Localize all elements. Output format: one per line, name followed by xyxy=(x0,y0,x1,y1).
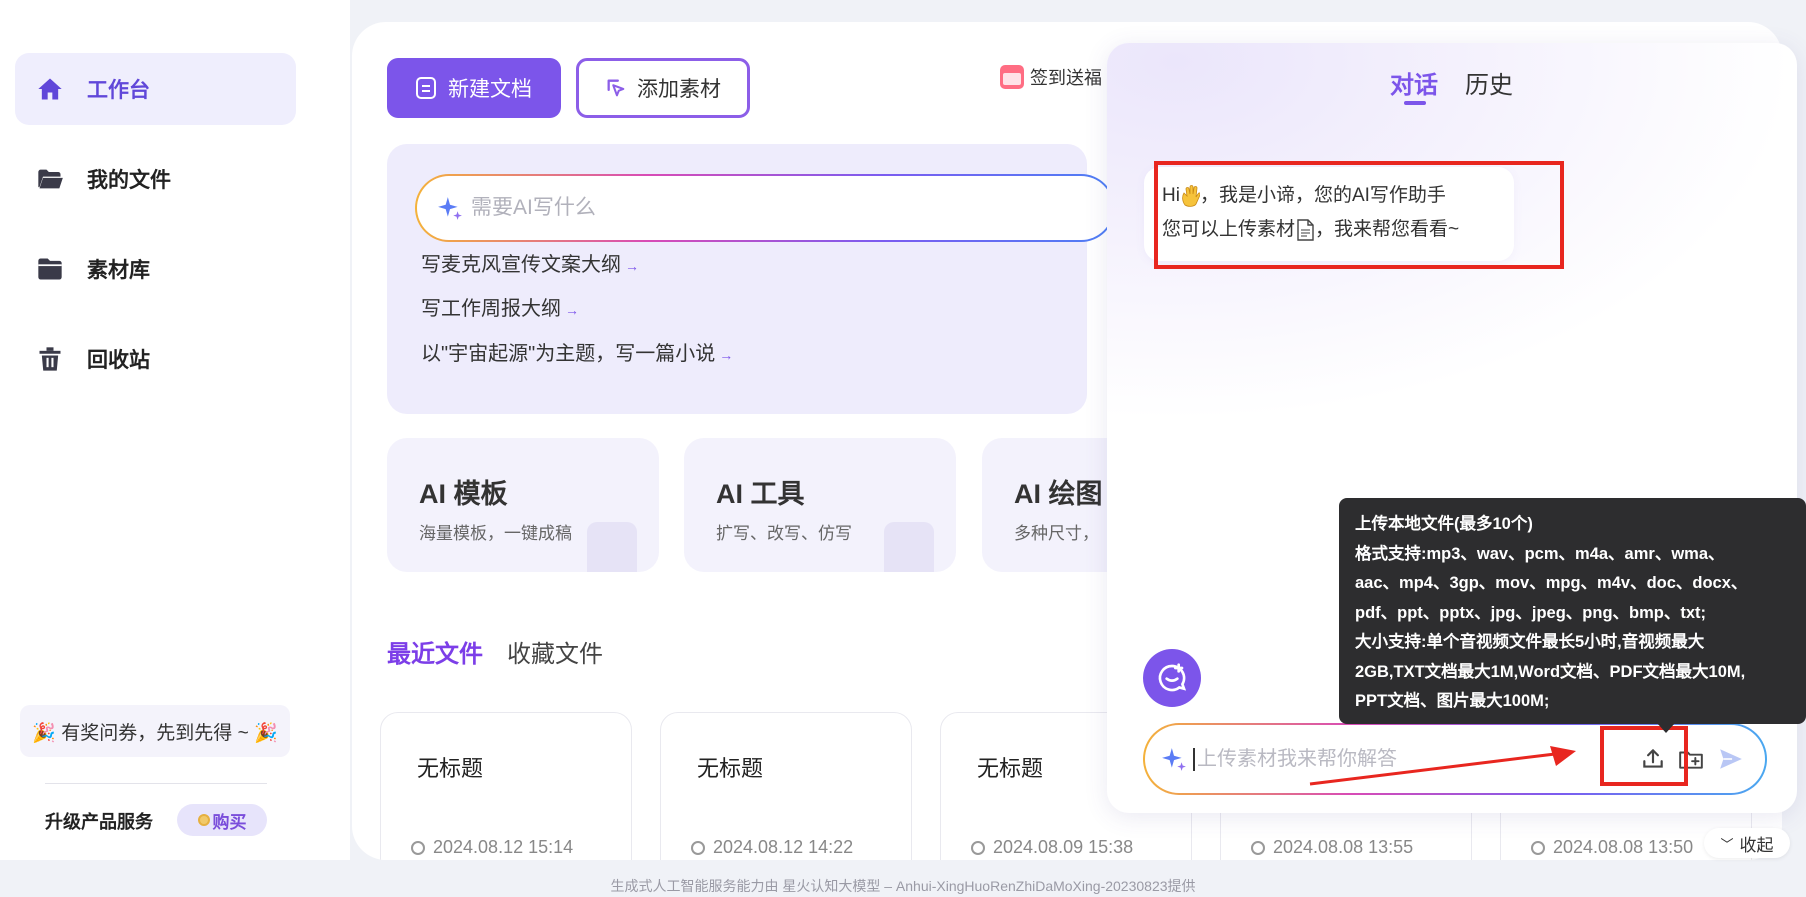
sidebar-item-label: 素材库 xyxy=(87,259,150,282)
checkin-label: 签到送福 xyxy=(1030,68,1102,88)
footer-disclaimer: 生成式人工智能服务能力由 星火认知大模型 – Anhui-XingHuoRenZ… xyxy=(610,878,1196,894)
card-title: AI 工具 xyxy=(716,479,805,509)
file-time: 2024.08.08 13:55 xyxy=(1251,837,1413,858)
arrow-right-icon: → xyxy=(565,302,579,318)
file-title: 无标题 xyxy=(417,756,484,781)
tooltip-line: 格式支持:mp3、wav、pcm、m4a、amr、wma、 xyxy=(1355,544,1725,563)
suggestion-item[interactable]: 以"宇宙起源"为主题，写一篇小说 → xyxy=(421,337,733,366)
file-title: 无标题 xyxy=(977,756,1044,781)
highlight-box xyxy=(1600,726,1688,786)
file-time-text: 2024.08.08 13:55 xyxy=(1273,837,1414,857)
chat-plus-icon xyxy=(1158,663,1187,692)
collapse-button[interactable]: ﹀ 收起 xyxy=(1704,828,1790,858)
tooltip-line: 大小支持:单个音视频文件最长5小时,音视频最大 xyxy=(1355,633,1705,651)
card-illustration xyxy=(587,522,637,572)
add-material-button[interactable]: 添加素材 xyxy=(576,58,750,118)
file-card[interactable]: 无标题 2024.08.12 14:22 xyxy=(660,712,912,860)
tooltip-line: 上传本地文件(最多10个) xyxy=(1355,515,1533,533)
sidebar-item-label: 我的文件 xyxy=(87,169,171,192)
send-button[interactable] xyxy=(1717,745,1745,773)
card-ai-tools[interactable]: AI 工具 扩写、改写、仿写 xyxy=(684,438,956,572)
arrow-right-icon: → xyxy=(719,347,734,363)
arrow-right-icon: → xyxy=(625,258,639,274)
buy-button[interactable]: 购买 xyxy=(177,804,267,836)
clock-icon xyxy=(1531,840,1545,855)
file-card[interactable]: 无标题 2024.08.12 15:14 xyxy=(380,712,632,860)
new-chat-button[interactable] xyxy=(1143,649,1201,707)
suggestion-text: 写工作周报大纲 xyxy=(421,298,561,320)
buy-label: 购买 xyxy=(212,812,247,832)
tooltip-line: pdf、ppt、pptx、jpg、jpeg、png、bmp、txt; xyxy=(1355,603,1707,622)
ai-prompt-input[interactable] xyxy=(471,196,991,220)
sidebar-item-label: 回收站 xyxy=(87,349,150,372)
upload-tooltip: 上传本地文件(最多10个) 格式支持:mp3、wav、pcm、m4a、amr、w… xyxy=(1339,498,1806,733)
send-icon xyxy=(1720,749,1742,769)
file-time: 2024.08.12 15:14 xyxy=(411,837,573,858)
trash-icon xyxy=(35,344,65,374)
card-title: AI 模板 xyxy=(419,479,508,509)
divider xyxy=(45,783,267,784)
sparkle-icon xyxy=(1162,748,1186,771)
tooltip-line: aac、mp4、3gp、mov、mpg、m4v、doc、docx、 xyxy=(1355,574,1748,592)
collapse-label: 收起 xyxy=(1739,835,1774,855)
tab-recent-files[interactable]: 最近文件 xyxy=(387,634,483,669)
clock-icon xyxy=(691,840,705,855)
suggestion-text: 以"宇宙起源"为主题，写一篇小说 xyxy=(421,343,716,365)
tooltip-line: PPT文档、图片最大100M; xyxy=(1355,692,1550,710)
ai-writing-panel: 写麦克风宣传文案大纲→ 写工作周报大纲→ 以"宇宙起源"为主题，写一篇小说→ xyxy=(387,144,1113,414)
annotation-arrow xyxy=(1309,746,1576,786)
file-time-text: 2024.08.12 14:22 xyxy=(713,837,854,857)
file-time-text: 2024.08.12 15:14 xyxy=(433,837,574,857)
folder-open-icon xyxy=(35,164,65,194)
ai-prompt-box[interactable] xyxy=(415,174,1115,242)
calendar-icon xyxy=(1000,65,1024,89)
home-icon xyxy=(35,74,65,104)
clock-icon xyxy=(1251,840,1265,855)
chevron-down-icon: ﹀ xyxy=(1720,836,1734,852)
tab-history[interactable]: 历史 xyxy=(1465,65,1513,100)
upgrade-label: 升级产品服务 xyxy=(45,812,153,832)
document-icon xyxy=(416,77,436,99)
folder-icon xyxy=(35,254,65,284)
file-time: 2024.08.12 14:22 xyxy=(691,837,853,858)
sidebar-item-materials[interactable]: 素材库 xyxy=(15,233,296,305)
survey-banner[interactable]: 🎉 有奖问券，先到先得 ~ 🎉 xyxy=(20,705,290,757)
coin-icon xyxy=(197,814,210,826)
file-time-text: 2024.08.09 15:38 xyxy=(993,837,1134,857)
card-illustration xyxy=(884,522,934,572)
sidebar-item-label: 工作台 xyxy=(87,79,150,102)
sidebar-item-my-files[interactable]: 我的文件 xyxy=(15,143,296,215)
tooltip-line: 2GB,TXT文档最大1M,Word文档、PDF文档最大10M, xyxy=(1355,662,1746,681)
tab-chat[interactable]: 对话 xyxy=(1390,65,1438,105)
tab-favorite-files[interactable]: 收藏文件 xyxy=(507,634,603,669)
sidebar: 工作台 我的文件 素材库 回收站 🎉 有奖问券，先到先得 ~ 🎉 升级产品服务 … xyxy=(0,0,350,860)
sidebar-item-workbench[interactable]: 工作台 xyxy=(15,53,296,125)
highlight-box xyxy=(1154,161,1564,269)
card-ai-templates[interactable]: AI 模板 海量模板，一键成稿 xyxy=(387,438,659,572)
clock-icon xyxy=(411,840,425,855)
suggestion-item[interactable]: 写工作周报大纲 → xyxy=(421,292,579,321)
new-document-label: 新建文档 xyxy=(448,78,532,101)
new-document-button[interactable]: 新建文档 xyxy=(387,58,561,118)
suggestion-item[interactable]: 写麦克风宣传文案大纲 → xyxy=(421,248,639,277)
sidebar-item-recycle-bin[interactable]: 回收站 xyxy=(15,323,296,395)
add-material-label: 添加素材 xyxy=(637,78,721,101)
file-time-text: 2024.08.08 13:50 xyxy=(1553,837,1694,857)
checkin-link[interactable]: 签到送福 xyxy=(1000,64,1102,90)
file-title: 无标题 xyxy=(697,756,764,781)
sparkle-icon xyxy=(438,197,462,220)
clock-icon xyxy=(971,840,985,855)
file-time: 2024.08.08 13:50 xyxy=(1531,837,1693,858)
file-time: 2024.08.09 15:38 xyxy=(971,837,1133,858)
cursor-select-icon xyxy=(607,79,625,97)
suggestion-text: 写麦克风宣传文案大纲 xyxy=(421,254,621,276)
